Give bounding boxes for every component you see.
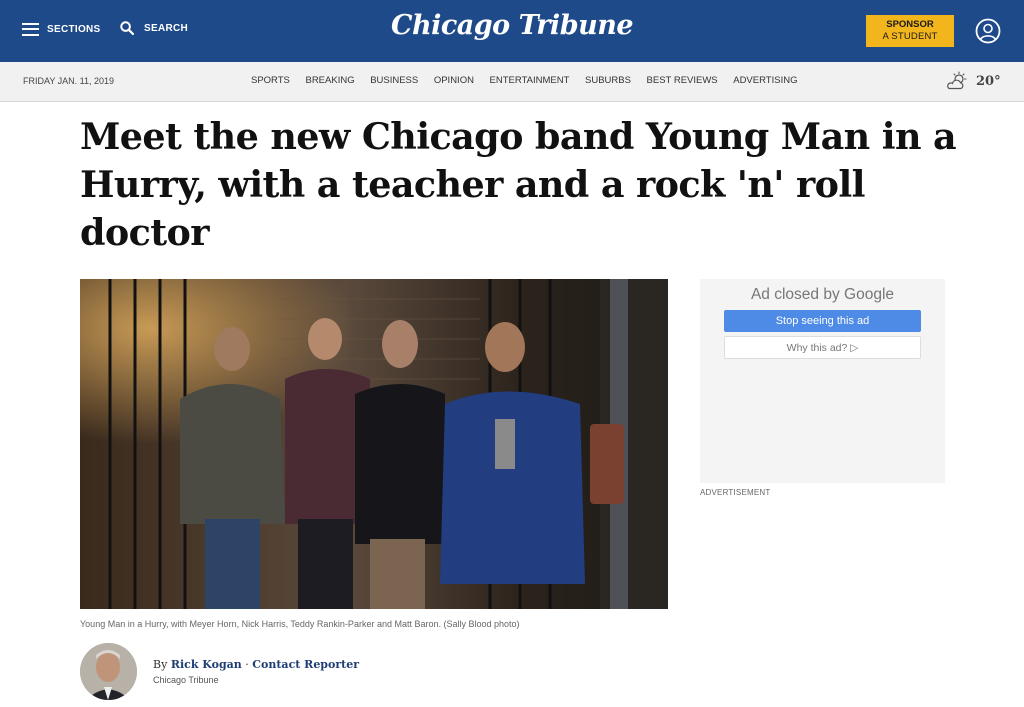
advertisement-label: ADVERTISEMENT xyxy=(700,488,771,497)
search-label: SEARCH xyxy=(144,22,189,34)
partly-cloudy-icon xyxy=(947,71,967,90)
sponsor-line1: SPONSOR xyxy=(886,19,934,30)
byline-separator: · xyxy=(245,658,249,671)
sections-button[interactable]: SECTIONS xyxy=(22,20,101,38)
user-circle-icon[interactable] xyxy=(975,18,1001,44)
top-bar: SECTIONS SEARCH Chicago Tribune SPONSOR … xyxy=(0,0,1024,62)
nav-link-advertising[interactable]: ADVERTISING xyxy=(733,75,797,86)
byline: By Rick Kogan · Contact Reporter xyxy=(153,658,359,671)
sections-label: SECTIONS xyxy=(47,23,101,35)
stop-seeing-ad-button[interactable]: Stop seeing this ad xyxy=(724,310,921,332)
nav-link-suburbs[interactable]: SUBURBS xyxy=(585,75,631,86)
sponsor-line2: A STUDENT xyxy=(882,31,938,42)
nav-link-business[interactable]: BUSINESS xyxy=(370,75,418,86)
photo-caption: Young Man in a Hurry, with Meyer Horn, N… xyxy=(80,619,520,629)
ad-closed-text: Ad closed by Google xyxy=(700,286,945,304)
article-photo[interactable] xyxy=(80,279,668,609)
byline-publication: Chicago Tribune xyxy=(153,675,219,685)
nav-link-breaking[interactable]: BREAKING xyxy=(305,75,354,86)
search-button[interactable]: SEARCH xyxy=(120,19,188,37)
why-this-ad-button[interactable]: Why this ad? ▷ xyxy=(724,336,921,359)
article-headline: Meet the new Chicago band Young Man in a… xyxy=(80,115,957,254)
author-avatar[interactable] xyxy=(80,643,137,700)
google-wordmark: Google xyxy=(844,286,895,303)
nav-link-opinion[interactable]: OPINION xyxy=(434,75,474,86)
hamburger-icon xyxy=(22,22,39,36)
author-portrait-image xyxy=(80,643,137,700)
ad-container: Ad closed by Google Stop seeing this ad … xyxy=(700,279,945,483)
weather-widget[interactable]: 20° xyxy=(946,71,1001,91)
contact-reporter-link[interactable]: Contact Reporter xyxy=(252,658,359,671)
nav-link-entertainment[interactable]: ENTERTAINMENT xyxy=(490,75,570,86)
band-photo-image xyxy=(80,279,668,609)
nav-link-best-reviews[interactable]: BEST REVIEWS xyxy=(647,75,718,86)
search-icon xyxy=(120,21,134,35)
current-date: FRIDAY JAN. 11, 2019 xyxy=(23,76,115,86)
section-nav: SPORTS BREAKING BUSINESS OPINION ENTERTA… xyxy=(251,75,813,86)
nav-bar: FRIDAY JAN. 11, 2019 SPORTS BREAKING BUS… xyxy=(0,62,1024,102)
nav-link-sports[interactable]: SPORTS xyxy=(251,75,290,86)
temperature: 20° xyxy=(976,73,1001,89)
sponsor-student-button[interactable]: SPONSOR A STUDENT xyxy=(866,15,954,47)
ad-closed-prefix: Ad closed by xyxy=(750,286,840,303)
byline-prefix: By xyxy=(153,658,168,671)
author-link[interactable]: Rick Kogan xyxy=(171,658,242,671)
